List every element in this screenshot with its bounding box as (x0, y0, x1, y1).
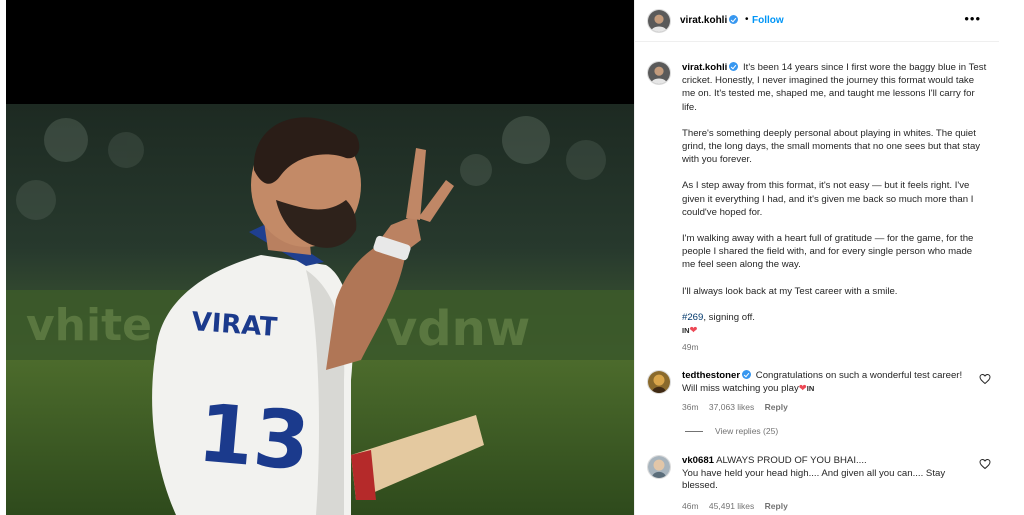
comment-time[interactable]: 46m (682, 501, 699, 511)
commenter-avatar[interactable] (647, 455, 671, 479)
comment-likes[interactable]: 45,491 likes (709, 501, 754, 511)
commenter-username[interactable]: vk0681 (682, 455, 714, 466)
comment-body-line1: ALWAYS PROUD OF YOU BHAI.... (716, 455, 867, 466)
author-avatar[interactable] (647, 9, 671, 33)
post-timestamp[interactable]: 49m (682, 341, 987, 354)
svg-text:VIRAT: VIRAT (191, 307, 279, 343)
more-options-icon[interactable]: ••• (964, 11, 981, 26)
caption-avatar[interactable] (647, 61, 671, 85)
follow-button[interactable]: Follow (752, 15, 784, 26)
post-image[interactable]: vhite vdnw VIRAT 13 (6, 0, 634, 515)
header-separator: • (745, 14, 749, 25)
comment-time[interactable]: 36m (682, 402, 699, 412)
caption-username[interactable]: virat.kohli (682, 62, 727, 73)
comment-meta: 46m 45,491 likes Reply (682, 501, 796, 511)
caption-paragraph-3: As I step away from this format, it's no… (682, 180, 974, 218)
caption-paragraph-2: There's something deeply personal about … (682, 127, 981, 166)
like-heart-icon[interactable] (979, 373, 991, 385)
commenter-username[interactable]: tedthestoner (682, 370, 740, 381)
commenter-avatar[interactable] (647, 370, 671, 394)
india-flag-icon: IN (682, 326, 690, 336)
caption-paragraph-5: I'll always look back at my Test career … (682, 285, 898, 297)
comment-body: You have held your head high.... And giv… (682, 467, 946, 492)
caption-paragraph-4: I'm walking away with a heart full of gr… (682, 233, 974, 271)
caption-closing: #269, signing off. (682, 311, 987, 324)
caption-flag-line: IN❤ (682, 324, 987, 337)
caption-text: virat.kohli It's been 14 years since I f… (682, 61, 987, 354)
svg-text:13: 13 (194, 386, 313, 488)
comment-likes[interactable]: 37,063 likes (709, 402, 754, 412)
svg-text:vdnw: vdnw (386, 301, 530, 357)
verified-badge-icon (729, 15, 739, 24)
view-replies-label[interactable]: View replies (25) (715, 426, 778, 436)
author-username[interactable]: virat.kohli (680, 15, 740, 26)
verified-badge-icon (729, 62, 739, 71)
hashtag-link[interactable]: #269 (682, 312, 703, 323)
view-replies-button[interactable]: View replies (25) (685, 426, 778, 436)
caption-paragraph-1-text: It's been 14 years since I first wore th… (682, 62, 987, 113)
reply-button[interactable]: Reply (765, 402, 788, 412)
india-flag-icon: IN (806, 383, 815, 393)
like-heart-icon[interactable] (979, 458, 991, 470)
reply-button[interactable]: Reply (765, 501, 788, 511)
post-header: virat.kohli • Follow ••• (635, 0, 999, 42)
caption-paragraph-1: virat.kohli It's been 14 years since I f… (682, 61, 987, 114)
comment-meta: 36m 37,063 likes Reply (682, 402, 796, 412)
post-photo: vhite vdnw VIRAT 13 (6, 0, 634, 515)
post-side-panel: virat.kohli • Follow ••• virat.kohli It'… (634, 0, 999, 515)
heart-emoji-icon: ❤ (689, 325, 698, 337)
author-username-text[interactable]: virat.kohli (680, 15, 727, 26)
caption-closing-text: , signing off. (703, 311, 755, 323)
comment-text: tedthestoner Congratulations on such a w… (682, 370, 967, 395)
view-replies-line (685, 431, 703, 433)
svg-text:vhite: vhite (26, 300, 152, 351)
heart-emoji-icon: ❤ (798, 382, 807, 394)
verified-badge-icon (742, 370, 752, 379)
comment-text: vk0681 ALWAYS PROUD OF YOU BHAI.... You … (682, 455, 967, 493)
